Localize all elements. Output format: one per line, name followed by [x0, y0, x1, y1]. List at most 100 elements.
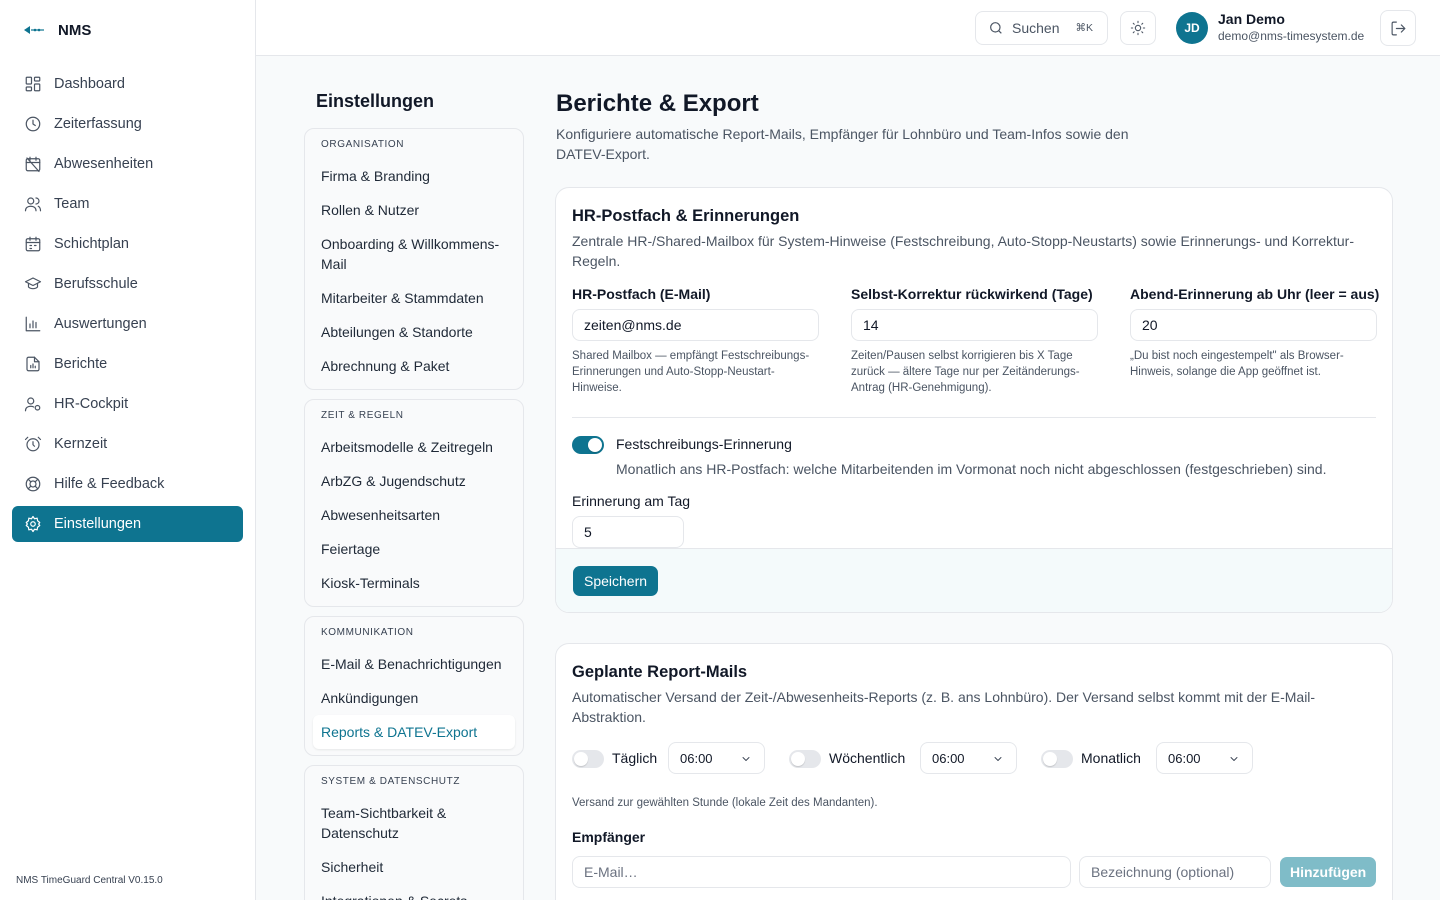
- graduation-cap-icon: [24, 277, 42, 290]
- brand-name: NMS: [58, 21, 92, 39]
- settings-group-system: SYSTEM & DATENSCHUTZ Team-Sichtbarkeit &…: [304, 765, 524, 900]
- sidebar-item-label: Team: [54, 196, 90, 212]
- settings-item-abwesenheitsarten[interactable]: Abwesenheitsarten: [313, 498, 515, 532]
- sidebar: NMS Dashboard Zeiterfassung Abwesenheite…: [0, 0, 256, 900]
- divider: [572, 417, 1376, 418]
- search-shortcut: ⌘K: [1075, 22, 1093, 34]
- weekly-toggle[interactable]: [789, 750, 821, 768]
- save-button[interactable]: Speichern: [573, 566, 659, 596]
- settings-item-rollen[interactable]: Rollen & Nutzer: [313, 193, 515, 227]
- brand[interactable]: NMS: [22, 18, 91, 42]
- logout-button[interactable]: [1380, 10, 1416, 46]
- settings-group-organisation: ORGANISATION Firma & Branding Rollen & N…: [304, 128, 524, 390]
- settings-group-kommunikation: KOMMUNIKATION E-Mail & Benachrichtigunge…: [304, 616, 524, 756]
- sidebar-item-zeiterfassung[interactable]: Zeiterfassung: [12, 106, 243, 142]
- user-cog-icon: [24, 397, 41, 412]
- add-recipient-button[interactable]: Hinzufügen: [1280, 857, 1377, 887]
- sidebar-item-hr-cockpit[interactable]: HR-Cockpit: [12, 386, 243, 422]
- page-title: Berichte & Export: [556, 90, 759, 117]
- hr-mailbox-label: HR-Postfach (E-Mail): [572, 286, 711, 302]
- settings-item-ankuendigungen[interactable]: Ankündigungen: [313, 681, 515, 715]
- lock-reminder-label: Festschreibungs-Erinnerung: [616, 436, 792, 452]
- lock-reminder-description: Monatlich ans HR-Postfach: welche Mitarb…: [616, 461, 1327, 477]
- search-button[interactable]: Suchen ⌘K: [975, 11, 1108, 45]
- theme-toggle-button[interactable]: [1120, 11, 1156, 45]
- hr-mailbox-card: HR-Postfach & Erinnerungen Zentrale HR-/…: [555, 187, 1393, 613]
- sidebar-item-label: Kernzeit: [54, 436, 108, 452]
- schedule-hint: Versand zur gewählten Stunde (lokale Zei…: [572, 797, 878, 809]
- sidebar-item-team[interactable]: Team: [12, 186, 243, 222]
- settings-item-integrationen[interactable]: Integrationen & Secrets: [313, 884, 515, 900]
- self-correction-input[interactable]: 14: [851, 309, 1098, 341]
- search-label: Suchen: [1012, 20, 1060, 36]
- avatar[interactable]: JD: [1176, 12, 1208, 44]
- topbar: Suchen ⌘K JD Jan Demo demo@nms-timesyste…: [256, 0, 1440, 56]
- sidebar-item-einstellungen[interactable]: Einstellungen: [12, 506, 243, 542]
- calendar-off-icon: [25, 156, 41, 173]
- sidebar-item-label: Einstellungen: [54, 516, 142, 532]
- daily-time-value: 06:00: [680, 750, 713, 766]
- sidebar-item-auswertungen[interactable]: Auswertungen: [12, 306, 243, 342]
- sidebar-item-abwesenheiten[interactable]: Abwesenheiten: [12, 146, 243, 182]
- card-description: Zentrale HR-/Shared-Mailbox für System-H…: [572, 233, 1354, 269]
- settings-item-feiertage[interactable]: Feiertage: [313, 532, 515, 566]
- settings-item-abrechnung[interactable]: Abrechnung & Paket: [313, 349, 515, 383]
- evening-reminder-input[interactable]: 20: [1130, 309, 1377, 341]
- card-title: Geplante Report-Mails: [572, 663, 748, 681]
- sidebar-item-berichte[interactable]: Berichte: [12, 346, 243, 382]
- bar-chart-icon: [25, 316, 41, 332]
- sidebar-item-label: HR-Cockpit: [54, 396, 129, 412]
- settings-item-arbzg[interactable]: ArbZG & Jugendschutz: [313, 464, 515, 498]
- settings-item-arbeitsmodelle[interactable]: Arbeitsmodelle & Zeitregeln: [313, 430, 515, 464]
- chevron-down-icon: [994, 757, 1002, 761]
- settings-item-sichtbarkeit[interactable]: Team-Sichtbarkeit & Datenschutz: [313, 796, 515, 850]
- group-title: ORGANISATION: [321, 139, 405, 150]
- clock-icon: [25, 116, 41, 132]
- settings-title: Einstellungen: [316, 91, 435, 111]
- settings-item-onboarding[interactable]: Onboarding & Willkommens-Mail: [313, 227, 515, 281]
- settings-item-mitarbeiter[interactable]: Mitarbeiter & Stammdaten: [313, 281, 515, 315]
- weekly-time-value: 06:00: [932, 750, 965, 766]
- sun-icon: [1130, 20, 1146, 36]
- recipient-name-input[interactable]: Bezeichnung (optional): [1079, 856, 1271, 888]
- monthly-time-select[interactable]: 06:00: [1156, 742, 1253, 774]
- daily-label: Täglich: [612, 750, 658, 766]
- lock-reminder-toggle[interactable]: [572, 436, 604, 454]
- dashboard-icon: [25, 76, 41, 92]
- monthly-toggle[interactable]: [1041, 750, 1073, 768]
- app-version: NMS TimeGuard Central V0.15.0: [16, 875, 163, 886]
- settings-item-kiosk[interactable]: Kiosk-Terminals: [313, 566, 515, 600]
- hr-mailbox-input[interactable]: zeiten@nms.de: [572, 309, 819, 341]
- sidebar-item-dashboard[interactable]: Dashboard: [12, 66, 243, 102]
- weekly-time-select[interactable]: 06:00: [920, 742, 1017, 774]
- sidebar-item-label: Auswertungen: [54, 316, 147, 332]
- hr-mailbox-help: Shared Mailbox — empfängt Festschreibung…: [572, 350, 810, 394]
- calendar-icon: [25, 236, 41, 252]
- settings-item-sicherheit[interactable]: Sicherheit: [313, 850, 515, 884]
- reminder-day-input[interactable]: 5: [572, 516, 684, 548]
- recipient-email-input[interactable]: E-Mail…: [572, 856, 1071, 888]
- sidebar-item-berufsschule[interactable]: Berufsschule: [12, 266, 243, 302]
- sidebar-item-label: Berichte: [54, 356, 108, 372]
- sidebar-item-kernzeit[interactable]: Kernzeit: [12, 426, 243, 462]
- recipients-label: Empfänger: [572, 829, 646, 845]
- settings-item-abteilungen[interactable]: Abteilungen & Standorte: [313, 315, 515, 349]
- daily-toggle[interactable]: [572, 750, 604, 768]
- daily-time-select[interactable]: 06:00: [668, 742, 765, 774]
- monthly-time-value: 06:00: [1168, 750, 1201, 766]
- group-title: KOMMUNIKATION: [321, 627, 414, 638]
- settings-item-firma[interactable]: Firma & Branding: [313, 159, 515, 193]
- report-mails-card: Geplante Report-Mails Automatischer Vers…: [555, 643, 1393, 900]
- user-name: Jan Demo: [1218, 11, 1285, 27]
- users-icon: [24, 197, 42, 212]
- gear-icon: [25, 515, 41, 533]
- chevron-down-icon: [742, 757, 750, 761]
- sidebar-item-schichtplan[interactable]: Schichtplan: [12, 226, 243, 262]
- card-title: HR-Postfach & Erinnerungen: [572, 207, 800, 225]
- sidebar-item-hilfe[interactable]: Hilfe & Feedback: [12, 466, 243, 502]
- settings-item-reports[interactable]: Reports & DATEV-Export: [313, 715, 515, 749]
- evening-reminder-label: Abend-Erinnerung ab Uhr (leer = aus): [1130, 286, 1380, 302]
- sidebar-item-label: Schichtplan: [54, 236, 129, 252]
- settings-item-email[interactable]: E-Mail & Benachrichtigungen: [313, 647, 515, 681]
- monthly-label: Monatlich: [1081, 750, 1141, 766]
